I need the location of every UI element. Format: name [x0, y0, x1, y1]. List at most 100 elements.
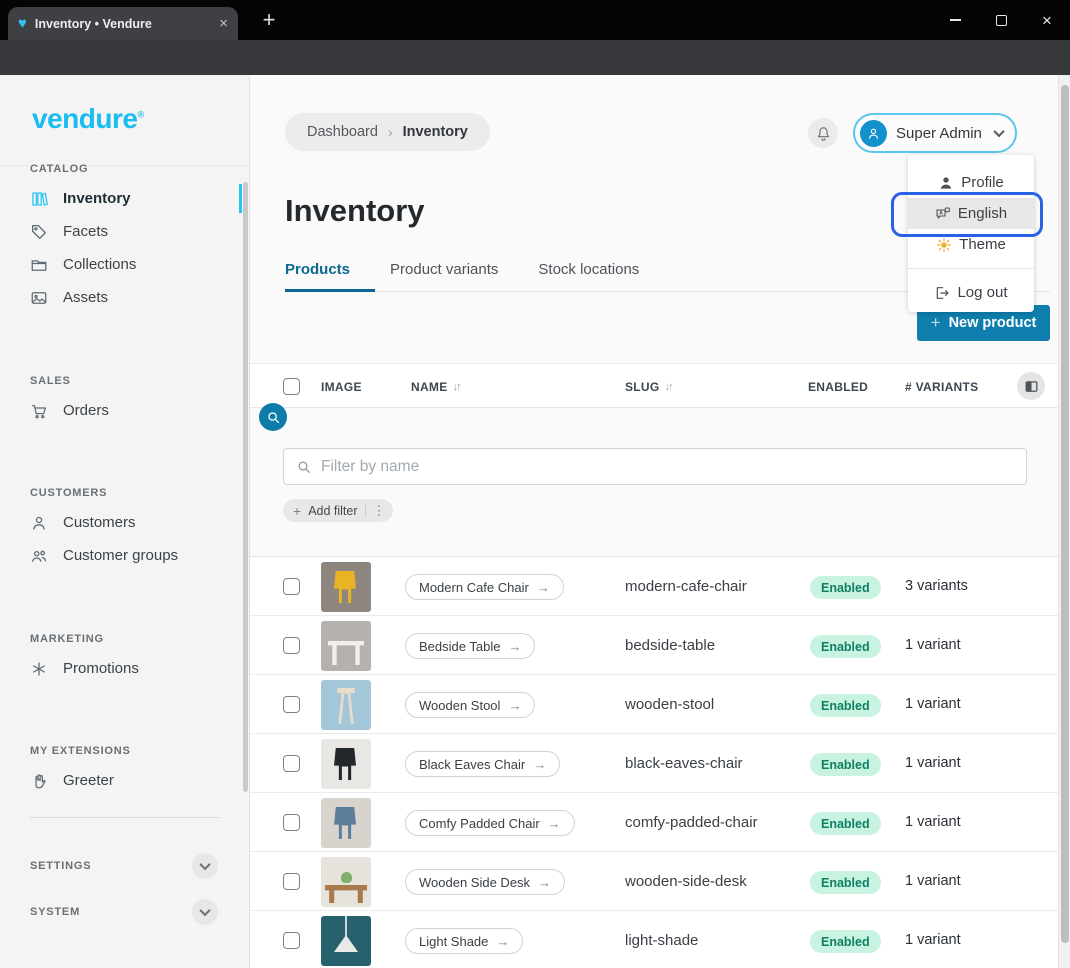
expand-system-button[interactable]	[192, 899, 218, 925]
row-checkbox[interactable]	[283, 814, 300, 831]
page-scrollbar[interactable]	[1058, 75, 1070, 968]
sun-icon	[936, 237, 952, 253]
sidebar-item-facets[interactable]: Facets	[0, 215, 249, 248]
expand-settings-button[interactable]	[192, 853, 218, 879]
sidebar-item-orders[interactable]: Orders	[0, 394, 249, 427]
breadcrumb-dashboard[interactable]: Dashboard	[307, 124, 378, 140]
user-icon	[30, 514, 48, 532]
more-options-icon[interactable]: ⋮	[373, 503, 386, 519]
table-row: Comfy Padded Chair → comfy-padded-chair …	[250, 793, 1058, 852]
translate-icon: A	[935, 206, 951, 222]
window-maximize-button[interactable]	[978, 0, 1024, 40]
product-thumbnail[interactable]	[321, 621, 371, 671]
sidebar-item-promotions[interactable]: Promotions	[0, 652, 249, 685]
books-icon	[30, 190, 48, 208]
browser-tab-strip: ♥ Inventory • Vendure × + ×	[0, 0, 1070, 40]
profile-icon	[938, 175, 954, 191]
menu-item-profile[interactable]: Profile	[908, 167, 1034, 198]
row-checkbox[interactable]	[283, 932, 300, 949]
row-checkbox[interactable]	[283, 873, 300, 890]
sidebar-group-system[interactable]: SYSTEM	[0, 896, 249, 928]
sidebar-item-customers[interactable]: Customers	[0, 506, 249, 539]
status-badge: Enabled	[810, 694, 881, 717]
search-button[interactable]	[259, 403, 287, 431]
add-filter-button[interactable]: + Add filter ⋮	[283, 499, 393, 522]
variants-count: 1 variant	[905, 696, 961, 712]
product-name-chip[interactable]: Light Shade →	[405, 928, 523, 954]
menu-item-theme[interactable]: Theme	[908, 229, 1034, 260]
menu-item-logout[interactable]: Log out	[908, 277, 1034, 308]
product-name-chip[interactable]: Black Eaves Chair →	[405, 751, 560, 777]
product-thumbnail[interactable]	[321, 739, 371, 789]
product-thumbnail[interactable]	[321, 680, 371, 730]
new-tab-button[interactable]: +	[255, 6, 283, 34]
close-icon: ×	[1042, 12, 1052, 29]
column-header-name[interactable]: NAME↓↑	[411, 364, 460, 409]
column-header-variants[interactable]: # VARIANTS	[905, 364, 978, 409]
scrollbar-thumb[interactable]	[1061, 85, 1069, 943]
product-image-shape	[334, 571, 356, 603]
product-image-shape	[334, 935, 358, 952]
sidebar-item-collections[interactable]: Collections	[0, 248, 249, 281]
row-checkbox[interactable]	[283, 637, 300, 654]
page-title: Inventory	[285, 193, 425, 229]
tab-close-icon[interactable]: ×	[219, 16, 228, 31]
status-badge: Enabled	[810, 635, 881, 658]
arrow-right-icon: →	[508, 698, 521, 713]
product-thumbnail[interactable]	[321, 857, 371, 907]
row-checkbox[interactable]	[283, 755, 300, 772]
product-name-chip[interactable]: Wooden Side Desk →	[405, 869, 565, 895]
arrow-right-icon: →	[508, 639, 521, 654]
column-header-slug[interactable]: SLUG↓↑	[625, 364, 672, 409]
sidebar-item-inventory[interactable]: Inventory	[0, 182, 249, 215]
browser-tab[interactable]: ♥ Inventory • Vendure ×	[8, 7, 238, 40]
product-name-chip[interactable]: Comfy Padded Chair →	[405, 810, 575, 836]
column-header-enabled[interactable]: ENABLED	[808, 364, 868, 409]
sidebar-item-assets[interactable]: Assets	[0, 281, 249, 314]
product-thumbnail[interactable]	[321, 798, 371, 848]
column-settings-button[interactable]	[1017, 372, 1045, 400]
section-label-marketing: MARKETING	[0, 633, 249, 645]
row-checkbox[interactable]	[283, 578, 300, 595]
row-checkbox[interactable]	[283, 696, 300, 713]
sidebar-item-customer-groups[interactable]: Customer groups	[0, 539, 249, 572]
minimize-icon	[950, 19, 961, 21]
notifications-button[interactable]	[808, 118, 838, 148]
window-minimize-button[interactable]	[932, 0, 978, 40]
product-thumbnail[interactable]	[321, 562, 371, 612]
sidebar-group-settings[interactable]: SETTINGS	[0, 850, 249, 882]
variants-count: 3 variants	[905, 578, 968, 594]
column-header-image[interactable]: IMAGE	[321, 364, 362, 409]
product-thumbnail[interactable]	[321, 916, 371, 966]
filter-input-wrapper	[283, 448, 1027, 485]
maximize-icon	[996, 15, 1007, 26]
chevron-down-icon	[993, 126, 1004, 137]
table-row: Light Shade → light-shade Enabled 1 vari…	[250, 911, 1058, 968]
section-label-catalog: CATALOG	[0, 163, 249, 175]
product-name-chip[interactable]: Modern Cafe Chair →	[405, 574, 564, 600]
breadcrumb[interactable]: Dashboard › Inventory	[285, 113, 490, 151]
search-icon	[266, 410, 281, 425]
product-name-chip[interactable]: Bedside Table →	[405, 633, 535, 659]
svg-text:A: A	[939, 210, 943, 216]
menu-item-language[interactable]: A English	[908, 198, 1034, 229]
sidebar-scrollbar[interactable]	[243, 182, 248, 792]
select-all-checkbox[interactable]	[283, 378, 300, 395]
tab-products[interactable]: Products	[285, 261, 350, 290]
tab-product-variants[interactable]: Product variants	[390, 261, 498, 290]
vendure-logo[interactable]: vendure®	[32, 103, 144, 135]
window-close-button[interactable]: ×	[1024, 0, 1070, 40]
sidebar-item-greeter[interactable]: Greeter	[0, 764, 249, 797]
table-header: IMAGE NAME↓↑ SLUG↓↑ ENABLED # VARIANTS	[250, 363, 1058, 408]
tab-stock-locations[interactable]: Stock locations	[538, 261, 639, 290]
filter-by-name-input[interactable]	[321, 458, 1014, 476]
user-icon	[866, 126, 881, 141]
browser-tab-title: Inventory • Vendure	[35, 17, 211, 31]
divider	[30, 817, 220, 818]
hand-icon	[30, 772, 48, 790]
active-tab-underline	[285, 289, 375, 292]
plus-icon: +	[293, 503, 301, 519]
product-image-shape	[328, 641, 364, 665]
user-menu-button[interactable]: Super Admin	[853, 113, 1017, 153]
product-name-chip[interactable]: Wooden Stool →	[405, 692, 535, 718]
